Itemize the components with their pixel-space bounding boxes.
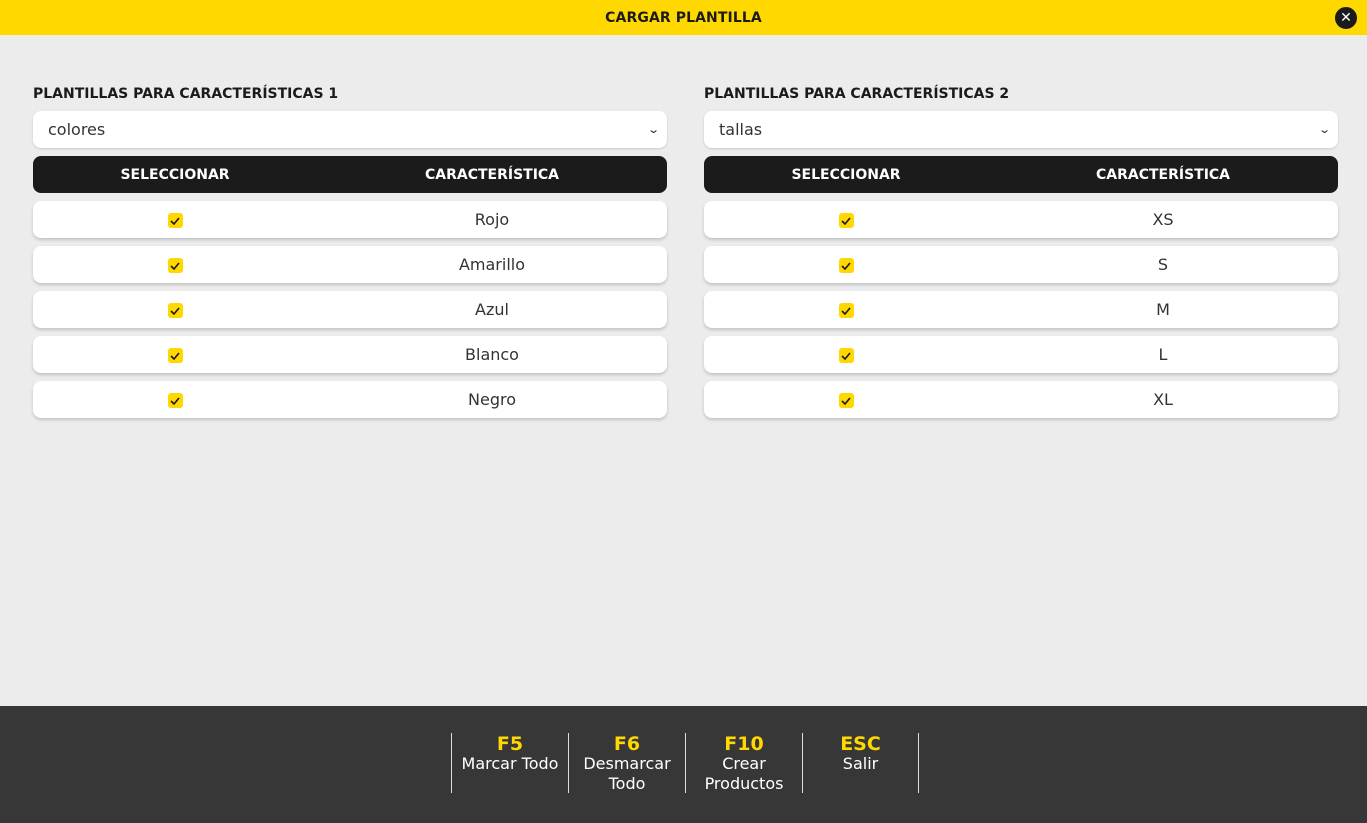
check-icon: [170, 306, 180, 315]
header-feature: CARACTERÍSTICA: [1095, 166, 1231, 183]
header-select: SELECCIONAR: [791, 166, 901, 183]
template-select-2[interactable]: tallas ⌄: [704, 111, 1338, 148]
row-checkbox[interactable]: [838, 348, 854, 363]
shortcut-key: F6: [613, 733, 641, 755]
row-value: Amarillo: [458, 255, 526, 274]
table-header: SELECCIONAR CARACTERÍSTICA: [33, 156, 667, 193]
check-icon: [170, 216, 180, 225]
row-value: XL: [1153, 390, 1173, 409]
row-value: XS: [1152, 210, 1174, 229]
header-select: SELECCIONAR: [120, 166, 230, 183]
mark-all-button[interactable]: F5 Marcar Todo: [451, 733, 568, 793]
check-icon: [841, 351, 851, 360]
row-value: M: [1156, 300, 1170, 319]
table-row: M: [704, 291, 1338, 328]
row-value: Blanco: [465, 345, 519, 364]
shortcut-label: Salir: [842, 754, 879, 773]
header-feature: CARACTERÍSTICA: [424, 166, 560, 183]
table-header: SELECCIONAR CARACTERÍSTICA: [704, 156, 1338, 193]
row-value: Azul: [475, 300, 509, 319]
shortcut-label: Desmarcar Todo: [583, 754, 671, 793]
template-panel-2: PLANTILLAS PARA CARACTERÍSTICAS 2 tallas…: [704, 84, 1338, 418]
table-row: Amarillo: [33, 246, 667, 283]
check-icon: [841, 306, 851, 315]
panel-label: PLANTILLAS PARA CARACTERÍSTICAS 1: [33, 86, 339, 102]
row-checkbox[interactable]: [838, 213, 854, 228]
check-icon: [170, 396, 180, 405]
title-bar: CARGAR PLANTILLA ✕: [0, 0, 1367, 35]
shortcut-bar: F5 Marcar Todo F6 Desmarcar Todo F10 Cre…: [451, 733, 919, 793]
check-icon: [170, 351, 180, 360]
panel-label: PLANTILLAS PARA CARACTERÍSTICAS 2: [704, 86, 1010, 102]
row-value: Negro: [468, 390, 516, 409]
shortcut-key: F5: [496, 733, 524, 755]
footer-bar: F5 Marcar Todo F6 Desmarcar Todo F10 Cre…: [0, 706, 1367, 823]
template-select-1[interactable]: colores ⌄: [33, 111, 667, 148]
row-checkbox[interactable]: [167, 213, 183, 228]
row-value: Rojo: [474, 210, 510, 229]
window-title: CARGAR PLANTILLA: [605, 9, 762, 26]
shortcut-label: Marcar Todo: [461, 754, 559, 773]
row-checkbox[interactable]: [838, 303, 854, 318]
check-icon: [841, 396, 851, 405]
row-checkbox[interactable]: [167, 348, 183, 363]
row-checkbox[interactable]: [167, 303, 183, 318]
close-icon: ✕: [1340, 10, 1352, 26]
table-row: Azul: [33, 291, 667, 328]
shortcut-key: F10: [724, 733, 764, 755]
shortcut-key: ESC: [840, 733, 881, 755]
close-button[interactable]: ✕: [1334, 6, 1358, 30]
row-value: L: [1158, 345, 1168, 364]
select-value: tallas: [719, 120, 763, 139]
table-row: XL: [704, 381, 1338, 418]
row-checkbox[interactable]: [167, 393, 183, 408]
check-icon: [841, 216, 851, 225]
row-checkbox[interactable]: [838, 258, 854, 273]
table-row: S: [704, 246, 1338, 283]
row-checkbox[interactable]: [838, 393, 854, 408]
chevron-down-icon: ⌄: [646, 123, 660, 136]
table-row: Rojo: [33, 201, 667, 238]
template-panel-1: PLANTILLAS PARA CARACTERÍSTICAS 1 colore…: [33, 84, 667, 418]
table-row: Blanco: [33, 336, 667, 373]
table-row: XS: [704, 201, 1338, 238]
exit-button[interactable]: ESC Salir: [802, 733, 919, 793]
chevron-down-icon: ⌄: [1317, 123, 1331, 136]
check-icon: [170, 261, 180, 270]
row-checkbox[interactable]: [167, 258, 183, 273]
create-products-button[interactable]: F10 Crear Productos: [685, 733, 802, 793]
select-value: colores: [48, 120, 106, 139]
unmark-all-button[interactable]: F6 Desmarcar Todo: [568, 733, 685, 793]
table-row: L: [704, 336, 1338, 373]
row-value: S: [1157, 255, 1169, 274]
table-row: Negro: [33, 381, 667, 418]
shortcut-label: Crear Productos: [704, 754, 784, 793]
check-icon: [841, 261, 851, 270]
